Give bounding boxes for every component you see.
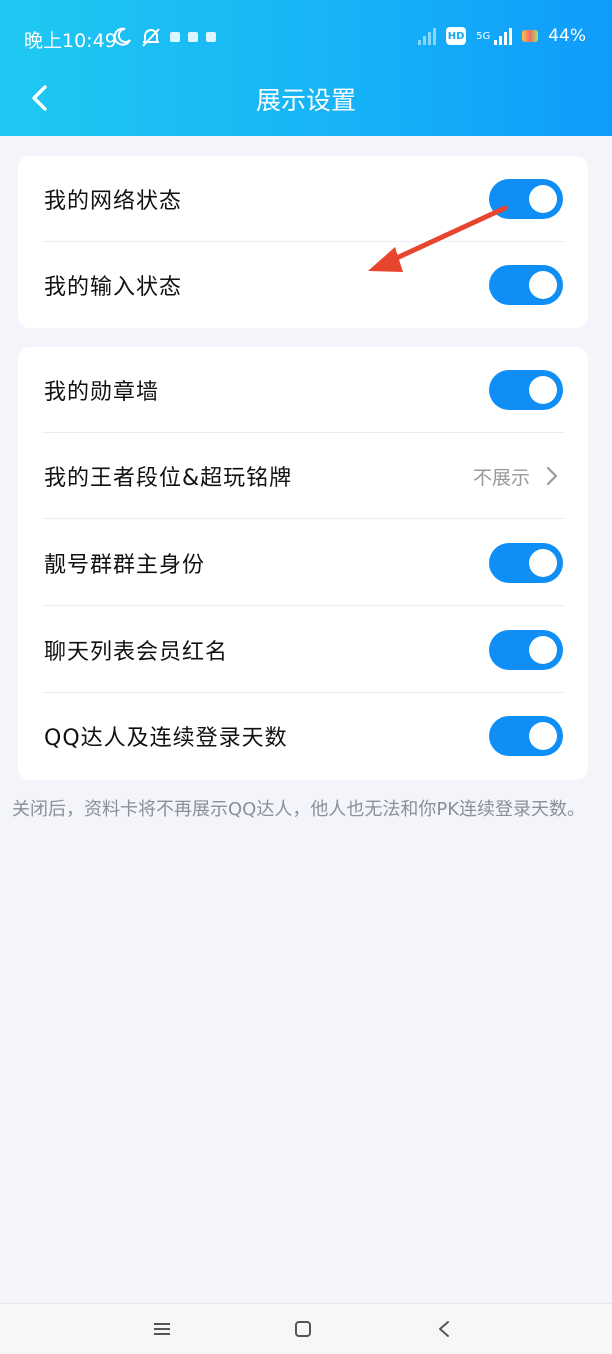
home-square-icon (295, 1321, 311, 1337)
notification-app-icon (188, 32, 198, 42)
battery-percent: 44% (548, 26, 586, 46)
setting-value: 不展示 (472, 466, 530, 489)
red-name-toggle[interactable] (489, 630, 563, 670)
menu-button[interactable] (142, 1314, 182, 1344)
status-left-icons (112, 26, 216, 48)
setting-row-game-rank[interactable]: 我的王者段位&超玩铭牌 不展示 (18, 433, 588, 519)
setting-row-red-name[interactable]: 聊天列表会员红名 (18, 607, 588, 693)
input-status-toggle[interactable] (489, 265, 563, 305)
vip-group-owner-toggle[interactable] (489, 543, 563, 583)
settings-card-profile: 我的勋章墙 我的王者段位&超玩铭牌 不展示 靓号群群主身份 聊天列表会员红名 Q… (18, 347, 588, 780)
network-type-label: 5G (476, 30, 491, 42)
notification-app-icon (206, 32, 216, 42)
battery-icon (522, 30, 539, 42)
status-bar: 晚上10:49 HD 5G 44% (0, 20, 612, 58)
wifi-signal-icon (418, 27, 437, 45)
divider (42, 518, 564, 519)
divider (42, 605, 564, 606)
system-back-button[interactable] (424, 1314, 464, 1344)
qq-expert-toggle[interactable] (489, 716, 563, 756)
toggle-knob (529, 271, 557, 299)
setting-label: 聊天列表会员红名 (44, 640, 229, 665)
toggle-knob (529, 636, 557, 664)
setting-label: 靓号群群主身份 (44, 553, 206, 578)
toggle-knob (529, 549, 557, 577)
setting-row-qq-expert[interactable]: QQ达人及连续登录天数 (18, 693, 588, 779)
setting-label: 我的王者段位&超玩铭牌 (44, 466, 293, 491)
setting-label: 我的网络状态 (44, 189, 183, 214)
toggle-knob (529, 722, 557, 750)
page-title: 展示设置 (255, 86, 356, 115)
medal-wall-toggle[interactable] (489, 370, 563, 410)
footer-note: 关闭后，资料卡将不再展示QQ达人，他人也无法和你PK连续登录天数。 (12, 799, 585, 820)
toggle-knob (529, 376, 557, 404)
toggle-knob (529, 185, 557, 213)
cell-signal-icon (494, 27, 513, 45)
header-bar: 晚上10:49 HD 5G 44% 展示设置 (0, 0, 612, 136)
home-button[interactable] (283, 1314, 323, 1344)
bell-muted-icon (142, 28, 160, 47)
system-nav-bar (0, 1303, 612, 1354)
back-triangle-icon (439, 1321, 449, 1337)
menu-icon (154, 1323, 170, 1335)
setting-row-medal-wall[interactable]: 我的勋章墙 (18, 347, 588, 433)
setting-label: 我的输入状态 (44, 275, 183, 300)
status-time: 晚上10:49 (24, 30, 117, 52)
setting-row-input-status[interactable]: 我的输入状态 (18, 242, 588, 328)
setting-row-vip-group-owner[interactable]: 靓号群群主身份 (18, 520, 588, 606)
status-right-icons: HD 5G 44% (418, 26, 586, 46)
nav-bar: 展示设置 (0, 76, 612, 122)
notification-app-icon (170, 32, 180, 42)
network-status-toggle[interactable] (489, 179, 563, 219)
moon-icon (113, 27, 131, 46)
settings-card-status: 我的网络状态 我的输入状态 (18, 156, 588, 328)
chevron-right-icon (542, 466, 562, 486)
hd-badge: HD (446, 27, 467, 45)
setting-label: QQ达人及连续登录天数 (44, 726, 288, 751)
setting-row-network-status[interactable]: 我的网络状态 (18, 156, 588, 242)
setting-label: 我的勋章墙 (44, 380, 160, 405)
